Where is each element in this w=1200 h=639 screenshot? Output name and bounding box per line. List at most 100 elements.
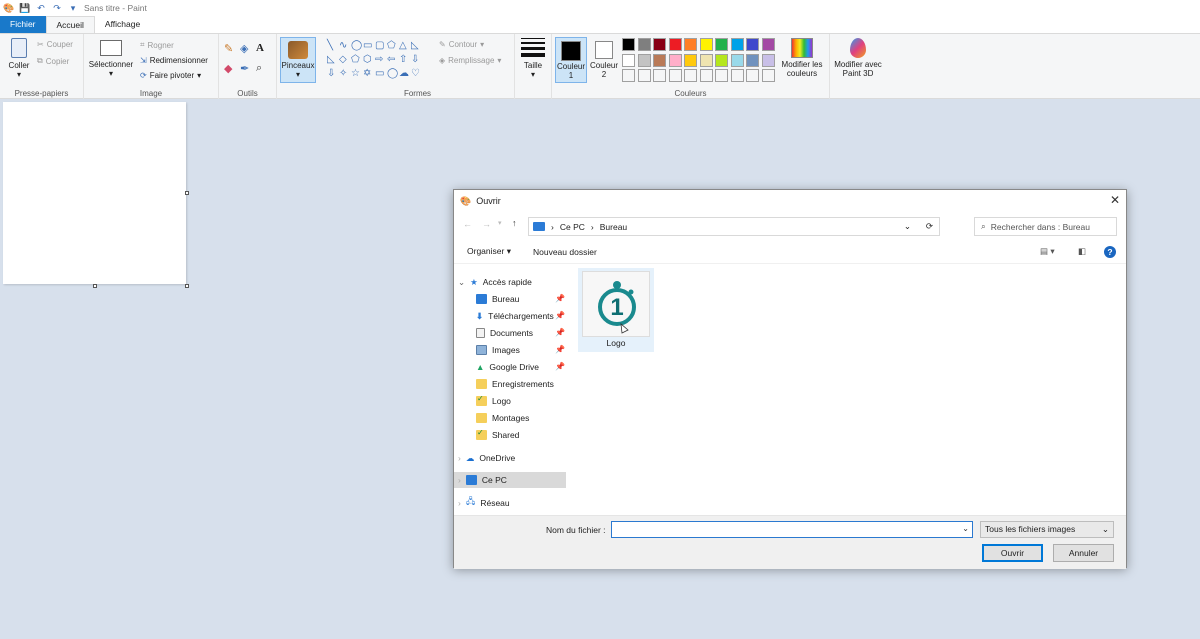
down-arrow-shape-icon[interactable]: ⇩ xyxy=(411,54,423,68)
polygon-shape-icon[interactable]: ⬠ xyxy=(387,40,399,54)
text-icon[interactable]: A xyxy=(256,42,272,62)
undo-icon[interactable]: ↶ xyxy=(36,3,46,13)
nav-onedrive[interactable]: › ☁ OneDrive xyxy=(458,450,515,466)
color-swatch[interactable] xyxy=(715,53,728,67)
cut-button[interactable]: ✂ Couper xyxy=(37,40,73,49)
size-button[interactable]: Taille ▾ xyxy=(519,38,547,79)
recent-locations-icon[interactable]: ▾ xyxy=(498,219,502,227)
color-swatch[interactable] xyxy=(761,53,775,67)
resize-button[interactable]: ⇲ Redimensionner xyxy=(140,56,208,65)
color-swatch[interactable] xyxy=(637,53,651,67)
color-swatch[interactable] xyxy=(715,69,728,82)
nav-item-google-drive[interactable]: ▲ Google Drive xyxy=(476,359,539,375)
color-swatch[interactable] xyxy=(622,53,635,67)
redo-icon[interactable]: ↷ xyxy=(52,3,62,13)
color-swatch[interactable] xyxy=(637,38,651,51)
magnifier-icon[interactable]: ⌕ xyxy=(256,62,272,82)
pentagon-shape-icon[interactable]: ⬠ xyxy=(351,54,363,68)
color-swatch[interactable] xyxy=(622,38,635,51)
color-swatch[interactable] xyxy=(637,69,651,82)
back-arrow-icon[interactable]: ← xyxy=(463,219,472,229)
cloud-callout-shape-icon[interactable]: ☁ xyxy=(399,68,411,82)
cancel-button[interactable]: Annuler xyxy=(1053,544,1114,562)
eraser-icon[interactable]: ◆ xyxy=(224,62,240,82)
down-arrow-shape-icon[interactable]: ⇩ xyxy=(327,68,339,82)
paint3d-button[interactable]: Modifier avec Paint 3D xyxy=(832,38,884,78)
color-swatch[interactable] xyxy=(699,38,713,51)
color-swatch[interactable] xyxy=(668,53,682,67)
nav-item-downloads[interactable]: ⬇ Téléchargements xyxy=(476,308,554,324)
color-swatch[interactable] xyxy=(653,69,666,82)
nav-item-recordings[interactable]: Enregistrements xyxy=(476,376,554,392)
line-shape-icon[interactable]: ╲ xyxy=(327,40,339,54)
color-swatch[interactable] xyxy=(653,38,666,51)
fill-button[interactable]: ◈ Remplissage ▾ xyxy=(439,56,501,65)
save-icon[interactable]: 💾 xyxy=(19,3,30,13)
nav-item-logo[interactable]: ✓ Logo xyxy=(476,393,511,409)
color1-button[interactable]: Couleur 1 xyxy=(555,37,587,83)
file-list[interactable]: 1 Logo xyxy=(578,266,1123,516)
new-folder-button[interactable]: Nouveau dossier xyxy=(533,247,597,257)
resize-handle-right[interactable] xyxy=(185,191,189,195)
color2-button[interactable]: Couleur 2 xyxy=(588,37,620,83)
fill-icon[interactable]: ◈ xyxy=(240,42,256,62)
color-swatch[interactable] xyxy=(715,38,728,51)
color-swatch[interactable] xyxy=(746,38,759,51)
refresh-icon[interactable]: ⟳ xyxy=(926,221,933,232)
hexagon-shape-icon[interactable]: ⬡ xyxy=(363,54,375,68)
nav-quick-access[interactable]: ⌄ ★ Accès rapide xyxy=(458,274,532,290)
curve-shape-icon[interactable]: ∿ xyxy=(339,40,351,54)
resize-handle-bottom[interactable] xyxy=(93,284,97,288)
right-arrow-shape-icon[interactable]: ⇨ xyxy=(375,54,387,68)
crop-button[interactable]: ⌗ Rogner xyxy=(140,40,174,50)
tab-file[interactable]: Fichier xyxy=(0,16,46,33)
right-triangle-shape-icon[interactable]: ◺ xyxy=(411,40,423,54)
breadcrumb-this-pc[interactable]: Ce PC xyxy=(560,222,585,232)
color-swatch[interactable] xyxy=(730,53,744,67)
open-button[interactable]: Ouvrir xyxy=(982,544,1043,562)
color-swatch[interactable] xyxy=(746,69,759,82)
diamond-shape-icon[interactable]: ◇ xyxy=(339,54,351,68)
nav-this-pc[interactable]: › Ce PC xyxy=(454,472,566,488)
nav-network[interactable]: › 🖧 Réseau xyxy=(458,495,510,511)
oval-shape-icon[interactable]: ◯ xyxy=(351,40,363,54)
callout-rect-shape-icon[interactable]: ▭ xyxy=(375,68,387,82)
edit-colors-button[interactable]: Modifier les couleurs xyxy=(777,38,827,78)
rounded-rectangle-shape-icon[interactable]: ▢ xyxy=(375,40,387,54)
right-triangle-shape-icon[interactable]: ◺ xyxy=(327,54,339,68)
color-swatch[interactable] xyxy=(699,53,713,67)
customize-toolbar-icon[interactable]: ▾ xyxy=(68,3,78,13)
color-swatch[interactable] xyxy=(761,38,775,51)
close-icon[interactable]: ✕ xyxy=(1110,193,1120,207)
rotate-button[interactable]: ⟳ Faire pivoter ▾ xyxy=(140,71,201,80)
color-swatch[interactable] xyxy=(699,69,713,82)
chevron-down-icon[interactable]: ⌄ xyxy=(962,524,969,533)
color-swatch[interactable] xyxy=(653,53,666,67)
left-arrow-shape-icon[interactable]: ⇦ xyxy=(387,54,399,68)
brushes-button[interactable]: Pinceaux ▾ xyxy=(280,37,316,83)
drawing-canvas[interactable] xyxy=(3,102,186,284)
nav-item-montages[interactable]: Montages xyxy=(476,410,529,426)
pencil-icon[interactable]: ✎ xyxy=(224,42,240,62)
breadcrumb-desktop[interactable]: Bureau xyxy=(600,222,627,232)
color-swatch[interactable] xyxy=(730,69,744,82)
color-swatch[interactable] xyxy=(684,53,697,67)
address-bar[interactable]: › Ce PC › Bureau ⌄ ⟳ xyxy=(528,217,940,236)
copy-button[interactable]: ⧉ Copier xyxy=(37,56,69,66)
filename-input[interactable]: ⌄ xyxy=(611,521,973,538)
up-arrow-shape-icon[interactable]: ⇧ xyxy=(399,54,411,68)
view-options-icon[interactable]: ▤ ▾ xyxy=(1040,246,1055,257)
color-swatch[interactable] xyxy=(668,69,682,82)
nav-item-pictures[interactable]: Images xyxy=(476,342,520,358)
callout-oval-shape-icon[interactable]: ◯ xyxy=(387,68,399,82)
up-arrow-icon[interactable]: ↑ xyxy=(512,218,517,228)
help-icon[interactable]: ? xyxy=(1104,245,1116,258)
organize-button[interactable]: Organiser ▾ xyxy=(467,246,511,257)
color-swatch[interactable] xyxy=(730,38,744,51)
forward-arrow-icon[interactable]: → xyxy=(482,219,491,229)
four-point-star-shape-icon[interactable]: ✧ xyxy=(339,68,351,82)
nav-item-desktop[interactable]: Bureau xyxy=(476,291,519,307)
color-swatch[interactable] xyxy=(746,53,759,67)
color-swatch[interactable] xyxy=(668,38,682,51)
file-item-logo[interactable]: 1 Logo xyxy=(578,268,654,352)
